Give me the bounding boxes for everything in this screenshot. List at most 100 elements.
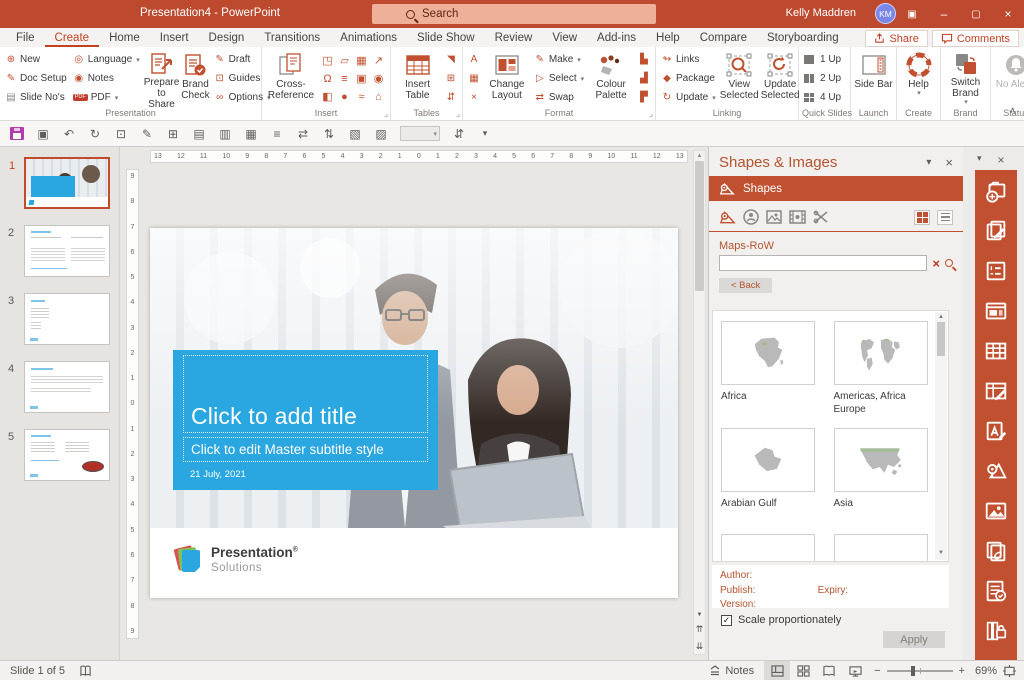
insert-grid-icon[interactable]: ≡ <box>339 74 351 85</box>
sidebar-item-text-styles[interactable] <box>979 414 1013 447</box>
one-up-button[interactable]: 1 Up <box>802 51 843 68</box>
editor-scrollbar[interactable]: ▲ ▼ ⇈ ⇊ <box>693 150 706 655</box>
brand-check-button[interactable]: Brand Check <box>181 50 209 107</box>
new-button[interactable]: ⊕New <box>3 51 69 68</box>
scroll-up-icon[interactable]: ▲ <box>938 312 944 322</box>
format-tool-button[interactable]: × <box>466 89 482 106</box>
bring-forward-icon[interactable]: ▧ <box>344 127 366 141</box>
sidebar-item-numbered-list[interactable] <box>979 254 1013 287</box>
format-painter-icon[interactable]: ✎ <box>136 127 158 141</box>
collapse-ribbon-icon[interactable]: ∧ <box>1009 105 1016 116</box>
avatar[interactable]: KM <box>875 3 896 24</box>
vertical-ruler[interactable]: 9876543210123456789 <box>126 169 139 639</box>
slide-sorter-view-button[interactable] <box>790 661 816 680</box>
sidebar-item-edit-table[interactable] <box>979 374 1013 407</box>
zoom-slider[interactable] <box>887 670 953 672</box>
slide-thumbnail-3[interactable]: 3 <box>24 293 110 345</box>
scroll-down-icon[interactable]: ▼ <box>938 548 944 558</box>
previous-slide-icon[interactable]: ⇈ <box>696 624 704 635</box>
minimize-button[interactable]: – <box>928 0 960 28</box>
checkbox-checked-icon[interactable]: ✓ <box>721 615 732 626</box>
colour-palette-button[interactable]: Colour Palette <box>588 50 634 107</box>
shapes-section-banner[interactable]: Shapes <box>709 176 963 201</box>
dialog-launcher-icon[interactable]: ⌟ <box>456 110 460 118</box>
scrollbar-thumb[interactable] <box>937 322 945 356</box>
insert-grid-icon[interactable]: ≈ <box>356 92 368 103</box>
ribbon-tab[interactable]: Animations <box>330 30 407 47</box>
format-tool-button[interactable]: A <box>466 51 482 68</box>
sidebar-item-layouts[interactable] <box>979 294 1013 327</box>
insert-grid-icon[interactable]: Ω <box>322 74 334 85</box>
package-button[interactable]: ◆Package <box>659 70 718 87</box>
map-item-asia[interactable]: Asia <box>834 428 933 522</box>
view-selected-button[interactable]: View Selected <box>720 50 759 107</box>
close-button[interactable]: × <box>992 0 1024 28</box>
tables-tool-button[interactable]: ⇵ <box>443 89 459 106</box>
zoom-slider-thumb[interactable] <box>911 666 915 676</box>
update-selected-button[interactable]: Update Selected <box>761 50 800 107</box>
ribbon-tab[interactable]: Add-ins <box>587 30 646 47</box>
zoom-in-icon[interactable]: + <box>959 665 965 677</box>
distribute-horizontal-icon[interactable]: ⇄ <box>292 127 314 141</box>
map-item-partial[interactable] <box>834 534 933 562</box>
map-item-partial[interactable] <box>721 534 820 562</box>
dialog-launcher-icon[interactable]: ⌟ <box>649 110 653 118</box>
title-placeholder[interactable]: Click to add title <box>183 355 428 433</box>
slide-indicator[interactable]: Slide 1 of 5 <box>10 665 65 677</box>
subtitle-placeholder[interactable]: Click to edit Master subtitle style <box>183 437 428 462</box>
insert-grid-icon[interactable]: ▱ <box>339 56 351 67</box>
storyboard-tab-icon[interactable] <box>789 210 806 224</box>
change-layout-button[interactable]: Change Layout <box>484 50 530 107</box>
ribbon-tab[interactable]: Design <box>199 30 255 47</box>
scale-proportionately-option[interactable]: ✓ Scale proportionately <box>721 614 841 626</box>
insert-grid-icon[interactable]: ◉ <box>373 74 385 85</box>
ribbon-tab[interactable]: File <box>6 30 45 47</box>
size-combo-box[interactable]: ▾ <box>400 126 440 141</box>
next-slide-icon[interactable]: ⇊ <box>696 641 704 652</box>
align-right-icon[interactable]: ▦ <box>240 127 262 141</box>
meet-now-icon[interactable]: ▣ <box>896 0 928 28</box>
sidebar-item-brand-library[interactable] <box>979 614 1013 647</box>
chart-tool-button[interactable]: ▟ <box>636 70 652 87</box>
send-backward-icon[interactable]: ▨ <box>370 127 392 141</box>
sidebar-close-icon[interactable]: × <box>998 153 1005 167</box>
notes-toggle[interactable]: Notes <box>699 665 764 677</box>
insert-grid-icon[interactable]: ◧ <box>322 92 334 103</box>
prepare-to-share-button[interactable]: Prepare to Share <box>144 50 180 107</box>
tables-tool-button[interactable]: ⊞ <box>443 70 459 87</box>
chart-tool-button[interactable]: ▛ <box>636 89 652 106</box>
ribbon-tab[interactable]: Insert <box>150 30 199 47</box>
select-button[interactable]: ▷Select▾ <box>532 70 586 87</box>
align-center-icon[interactable]: ▥ <box>214 127 236 141</box>
update-button[interactable]: ↻Update▾ <box>659 89 718 106</box>
toolbar-overflow-icon[interactable]: ▾ <box>474 128 496 139</box>
insert-grid-icon[interactable]: ⌂ <box>373 92 385 103</box>
sidebar-item-edit-slides[interactable] <box>979 214 1013 247</box>
slide-thumbnail-5[interactable]: 5 <box>24 429 110 481</box>
notes-button[interactable]: ◉Notes <box>71 70 142 87</box>
two-up-button[interactable]: 2 Up <box>802 70 843 87</box>
scroll-up-icon[interactable]: ▲ <box>697 151 703 161</box>
ribbon-tab[interactable]: Slide Show <box>407 30 485 47</box>
shapes-tab-icon[interactable] <box>719 210 736 225</box>
zoom-level[interactable]: 69% <box>975 665 997 677</box>
ribbon-tab[interactable]: Help <box>646 30 690 47</box>
tables-tool-button[interactable]: ◥ <box>443 51 459 68</box>
zoom-out-icon[interactable]: − <box>874 665 880 677</box>
map-item-americas-africa-europe[interactable]: Americas, Africa Europe <box>834 321 933 416</box>
results-scrollbar[interactable]: ▲ ▼ <box>935 312 947 560</box>
chart-tool-button[interactable]: ▙ <box>636 51 652 68</box>
insert-grid-icon[interactable]: ▦ <box>356 56 368 67</box>
reading-view-button[interactable] <box>816 661 842 680</box>
images-tab-icon[interactable] <box>766 210 782 224</box>
pane-menu-icon[interactable]: ▾ <box>926 157 931 168</box>
links-button[interactable]: ↬Links <box>659 51 718 68</box>
slide-nos-button[interactable]: ▤Slide No's <box>3 89 69 106</box>
back-button[interactable]: < Back <box>719 278 772 293</box>
scrollbar-thumb[interactable] <box>695 161 704 291</box>
map-item-africa[interactable]: Africa <box>721 321 820 416</box>
horizontal-ruler[interactable]: 13121110987654321012345678910111213 <box>150 150 688 163</box>
ribbon-tab[interactable]: Transitions <box>254 30 330 47</box>
undo-icon[interactable]: ↶ <box>58 127 80 141</box>
side-bar-button[interactable]: Side Bar <box>854 50 893 107</box>
